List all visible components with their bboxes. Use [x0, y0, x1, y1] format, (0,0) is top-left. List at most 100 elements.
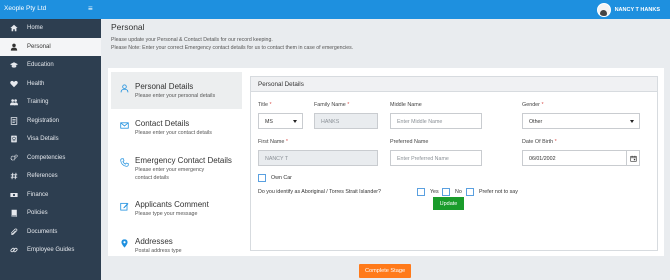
aboriginal-yes-label: Yes [430, 189, 439, 195]
sidebar-item-label: Personal [27, 43, 51, 50]
user-outline-icon [119, 83, 130, 94]
sidebar-item-label: Finance [27, 191, 49, 198]
sidebar-item-education[interactable]: Education [0, 56, 101, 75]
phone-icon [119, 157, 130, 168]
gender-select[interactable]: Other [522, 113, 640, 129]
user-menu[interactable]: NANCY T HANKS [596, 2, 660, 17]
sidebar-item-competencies[interactable]: Competencies [0, 149, 101, 168]
step-emergency-contact-details[interactable]: Emergency Contact Details Please enter y… [111, 146, 242, 190]
home-icon [0, 24, 27, 32]
main-content: Personal Please update your Personal & C… [101, 19, 670, 280]
aboriginal-prefer-not-label: Prefer not to say [479, 189, 518, 195]
chevron-down-icon [293, 120, 297, 123]
attachment-icon [0, 228, 27, 236]
update-button[interactable]: Update [433, 197, 464, 210]
heartbeat-icon [0, 80, 27, 88]
wizard-panel: Personal Details Please enter your perso… [108, 68, 664, 256]
preferred-name-label: Preferred Name [390, 139, 429, 145]
top-bar: Xeople Pty Ltd ≡ NANCY T HANKS [0, 0, 670, 19]
link-icon [0, 246, 27, 254]
book-icon [0, 209, 27, 218]
complete-stage-button[interactable]: Complete Stage [359, 264, 411, 278]
step-desc: Please enter your personal details [135, 93, 216, 99]
money-icon [0, 191, 27, 199]
personal-details-form: Personal Details Title * Family Name * M… [250, 76, 658, 251]
sidebar-item-training[interactable]: Training [0, 93, 101, 112]
page-subtitle: Please update your Personal & Contact De… [111, 36, 353, 52]
map-marker-icon [119, 238, 130, 249]
sidebar-item-label: Competencies [27, 154, 66, 161]
envelope-icon [119, 120, 130, 131]
page-header: Personal Please update your Personal & C… [111, 22, 353, 52]
preferred-name-field[interactable]: Enter Preferred Name [390, 150, 482, 166]
step-contact-details[interactable]: Contact Details Please enter your contac… [111, 109, 242, 146]
step-title: Personal Details [135, 82, 194, 91]
sidebar-item-health[interactable]: Health [0, 75, 101, 94]
user-icon [0, 43, 27, 51]
own-car-checkbox[interactable] [258, 174, 266, 182]
aboriginal-yes-checkbox[interactable] [417, 188, 425, 196]
sidebar-item-employee-guides[interactable]: Employee Guides [0, 241, 101, 260]
sidebar-item-finance[interactable]: Finance [0, 186, 101, 205]
users-icon [0, 98, 27, 106]
cogs-icon [0, 154, 27, 162]
sidebar-item-home[interactable]: Home [0, 19, 101, 38]
sidebar-item-visa-details[interactable]: Visa Details [0, 130, 101, 149]
title-select[interactable]: MS [258, 113, 303, 129]
step-desc: Please type your message [135, 211, 198, 217]
step-personal-details[interactable]: Personal Details Please enter your perso… [111, 72, 242, 109]
sidebar-item-label: Policies [27, 210, 48, 217]
sidebar-item-label: Home [27, 25, 44, 32]
avatar [596, 2, 611, 17]
page-note-line: Please Note: Enter your correct Emergenc… [111, 45, 354, 51]
aboriginal-prefer-not-checkbox[interactable] [466, 188, 474, 196]
sidebar-item-references[interactable]: References [0, 167, 101, 186]
step-desc: Please enter your emergency contact deta… [135, 167, 205, 181]
step-desc: Postal address type [135, 248, 182, 254]
sidebar-item-personal[interactable]: Personal [0, 37, 101, 56]
own-car-label: Own Car [271, 175, 292, 181]
dob-label: Date Of Birth * [522, 139, 557, 145]
sidebar-item-label: References [27, 173, 58, 180]
dob-field[interactable]: 06/01/2002 [522, 150, 640, 166]
edit-icon [119, 201, 130, 212]
sidebar-item-label: Training [27, 99, 49, 106]
calendar-icon[interactable] [626, 151, 639, 165]
sidebar-item-label: Employee Guides [27, 247, 75, 254]
chevron-down-icon [630, 120, 634, 123]
first-name-field[interactable]: NANCY T [258, 150, 378, 166]
aboriginal-no-checkbox[interactable] [442, 188, 450, 196]
step-title: Applicants Comment [135, 200, 209, 209]
sidebar-item-label: Health [27, 80, 45, 87]
step-addresses[interactable]: Addresses Postal address type [111, 227, 242, 264]
sidebar-item-documents[interactable]: Documents [0, 223, 101, 242]
user-name: NANCY T HANKS [614, 6, 660, 13]
step-title: Addresses [135, 237, 173, 246]
list-icon [0, 116, 27, 125]
passport-icon [0, 135, 27, 143]
wizard-steps: Personal Details Please enter your perso… [111, 72, 242, 264]
family-name-field[interactable]: HANKS [314, 113, 378, 129]
form-heading: Personal Details [251, 77, 657, 92]
aboriginal-question: Do you identify as Aboriginal / Torres S… [258, 189, 381, 195]
middle-name-label: Middle Name [390, 102, 422, 108]
gender-label: Gender * [522, 102, 544, 108]
page-title: Personal [111, 22, 145, 32]
family-name-label: Family Name * [314, 102, 350, 108]
middle-name-field[interactable]: Enter Middle Name [390, 113, 482, 129]
first-name-label: First Name * [258, 139, 288, 145]
page-subtitle-line: Please update your Personal & Contact De… [111, 37, 273, 43]
title-label: Title * [258, 102, 272, 108]
aboriginal-no-label: No [455, 189, 462, 195]
sidebar-item-label: Education [27, 62, 54, 69]
sidebar-item-policies[interactable]: Policies [0, 204, 101, 223]
sidebar-item-registration[interactable]: Registration [0, 112, 101, 131]
hash-icon [0, 172, 27, 180]
brand-name: Xeople Pty Ltd [4, 5, 47, 12]
step-title: Emergency Contact Details [135, 156, 232, 165]
step-applicants-comment[interactable]: Applicants Comment Please type your mess… [111, 190, 242, 227]
sidebar: Home Personal Education Health Training … [0, 19, 101, 280]
menu-toggle-icon[interactable]: ≡ [88, 4, 93, 13]
sidebar-item-label: Visa Details [27, 136, 59, 143]
sidebar-item-label: Registration [27, 117, 60, 124]
